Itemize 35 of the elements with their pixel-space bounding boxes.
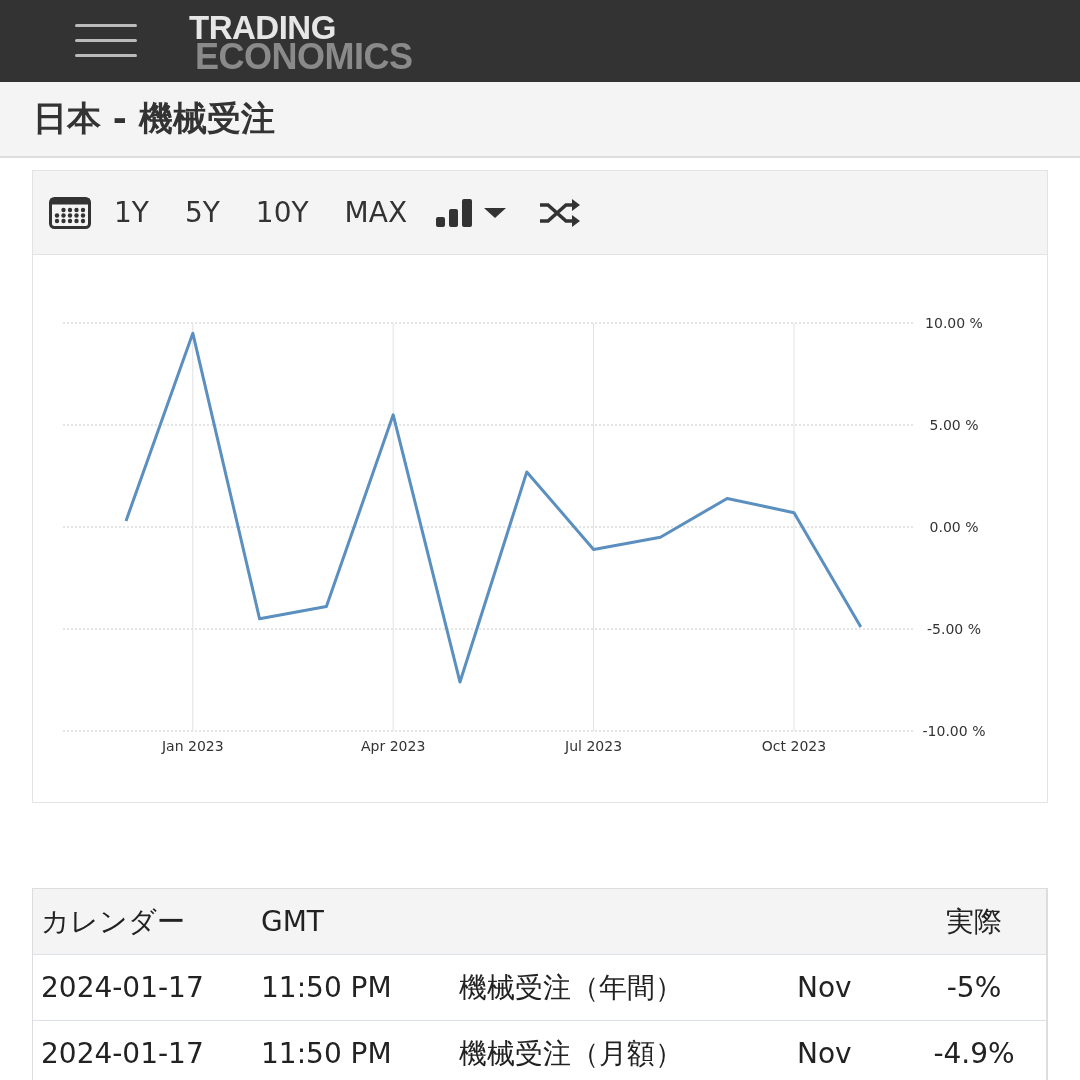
table-cell: 機械受注（年間） — [459, 970, 683, 1004]
y-tick-label: 5.00 % — [929, 417, 979, 433]
table-cell: Nov — [797, 971, 852, 1004]
site-logo[interactable]: TRADING ECONOMICS — [189, 13, 413, 73]
caret-icon — [484, 207, 507, 218]
y-tick-label: 0.00 % — [929, 519, 979, 535]
range-button[interactable]: 1Y — [101, 196, 162, 229]
column-header: GMT — [261, 905, 324, 938]
table-cell: 11:50 PM — [261, 971, 392, 1004]
table-cell: Nov — [797, 1037, 852, 1070]
chart-type-button[interactable] — [436, 198, 507, 227]
table-cell: -5% — [946, 971, 1002, 1004]
range-button[interactable]: MAX — [331, 196, 421, 229]
table-cell: -4.9% — [933, 1037, 1015, 1070]
x-tick-label: Jan 2023 — [161, 738, 224, 754]
x-tick-label: Jul 2023 — [565, 738, 623, 754]
x-tick-label: Oct 2023 — [761, 738, 827, 754]
y-tick-label: 10.00 % — [925, 315, 983, 331]
table-cell: 11:50 PM — [261, 1037, 392, 1070]
column-header: カレンダー — [41, 904, 185, 938]
logo-text: TRADING — [189, 13, 336, 42]
table-cell: 2024-01-17 — [41, 971, 204, 1004]
range-button[interactable]: 5Y — [171, 196, 233, 229]
shuffle-icon[interactable] — [538, 198, 581, 227]
range-button[interactable]: 10Y — [242, 196, 322, 229]
y-tick-label: -5.00 % — [927, 621, 981, 637]
menu-icon[interactable] — [75, 24, 137, 58]
x-tick-label: Apr 2023 — [361, 738, 426, 754]
page-title: 日本 - 機械受注 — [33, 97, 275, 140]
y-tick-label: -10.00 % — [922, 723, 986, 739]
column-header: 実際 — [946, 904, 1002, 938]
table-cell: 2024-01-17 — [41, 1037, 204, 1070]
bar-chart-icon — [436, 198, 473, 227]
calendar-icon[interactable] — [49, 196, 91, 229]
table-cell: 機械受注（月額） — [459, 1036, 683, 1070]
